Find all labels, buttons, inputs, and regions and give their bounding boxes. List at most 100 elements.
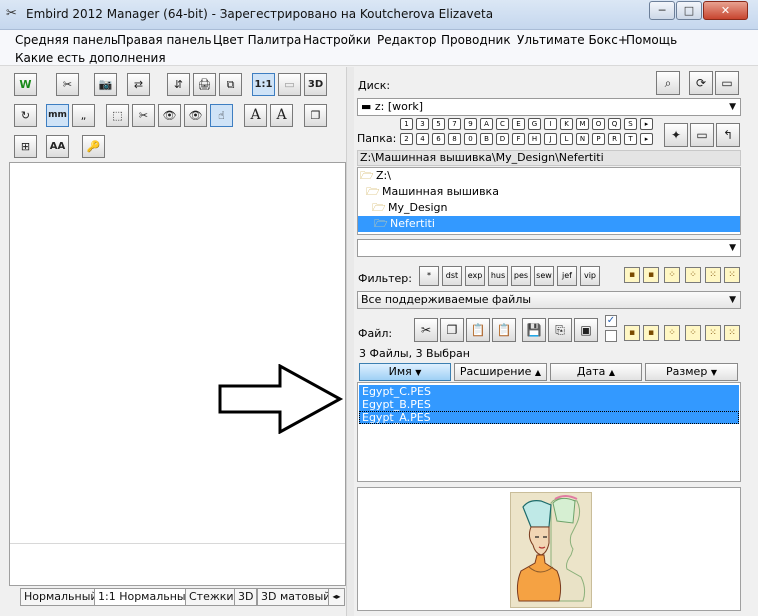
folder-shortcut-key[interactable]: A — [480, 118, 493, 130]
grid-medium-icon[interactable]: ⁘ — [685, 325, 701, 341]
eye-hide-icon[interactable]: 👁 — [184, 104, 207, 127]
folder-shortcut-key[interactable]: E — [512, 118, 525, 130]
folder-shortcut-key[interactable]: 8 — [448, 133, 461, 145]
zoom-1-1-button[interactable]: 1:1 — [252, 73, 275, 96]
text-a-icon[interactable]: A — [244, 104, 267, 127]
frame-icon[interactable]: ⬚ — [106, 104, 129, 127]
color-view-icon[interactable]: ▪ — [624, 267, 640, 283]
tab-3d-matte[interactable]: 3D матовый — [257, 588, 335, 606]
folder-shortcut-key[interactable]: D — [496, 133, 509, 145]
color-view2-icon[interactable]: ▪ — [643, 325, 659, 341]
convert-icon[interactable]: ⇄ — [127, 73, 150, 96]
mm-ruler-button[interactable]: mm — [46, 104, 69, 127]
tab-scroll-arrows[interactable]: ◂▸ — [328, 588, 345, 606]
close-button[interactable]: ✕ — [703, 1, 748, 20]
paste-special-icon[interactable]: 📋 — [492, 318, 516, 342]
folder-shortcut-key[interactable]: S — [624, 118, 637, 130]
keys-next2-icon[interactable]: ▸ — [640, 133, 653, 145]
menu-editor[interactable]: Редактор — [377, 33, 436, 47]
key-icon[interactable]: 🔑 — [82, 135, 105, 158]
sort-name-button[interactable]: Имя ▼ — [359, 363, 451, 381]
paste-icon[interactable]: 📋 — [466, 318, 490, 342]
cut-icon[interactable]: ✂ — [56, 73, 79, 96]
grid-large-icon[interactable]: ⁙ — [705, 325, 721, 341]
tab-stitches[interactable]: Стежки — [185, 588, 238, 606]
color-view2-icon[interactable]: ▪ — [643, 267, 659, 283]
tree-icon[interactable]: ⊞ — [14, 135, 37, 158]
menu-explorer[interactable]: Проводник — [441, 33, 511, 47]
sort-size-button[interactable]: Размер ▼ — [645, 363, 738, 381]
scissors-eye-icon[interactable]: ✂ — [132, 104, 155, 127]
filter-sew-button[interactable]: sew — [534, 266, 554, 286]
folder-shortcut-key[interactable]: 9 — [464, 118, 477, 130]
menu-addons[interactable]: Какие есть дополнения — [15, 51, 166, 65]
rotate-icon[interactable]: ↻ — [14, 104, 37, 127]
stitch-icon[interactable]: W — [14, 73, 37, 96]
folder-shortcut-key[interactable]: O — [592, 118, 605, 130]
folder-shortcut-key[interactable]: 5 — [432, 118, 445, 130]
folder-shortcut-key[interactable]: 0 — [464, 133, 477, 145]
print-icon[interactable]: 🖨 — [193, 73, 216, 96]
folder-shortcut-key[interactable]: T — [624, 133, 637, 145]
file-row[interactable]: Egypt_A.PES — [359, 411, 739, 424]
camera-icon[interactable]: 📷 — [94, 73, 117, 96]
grid-small-icon[interactable]: ⁘ — [664, 325, 680, 341]
filter-select[interactable]: Все поддерживаемые файлы ▼ — [357, 291, 741, 309]
eye-icon[interactable]: 👁 — [158, 104, 181, 127]
folder-shortcut-key[interactable]: 4 — [416, 133, 429, 145]
folder-shortcut-key[interactable]: M — [576, 118, 589, 130]
folder-shortcut-key[interactable]: L — [560, 133, 573, 145]
folder-up-icon[interactable]: ↰ — [716, 123, 740, 147]
menu-ultimate-box[interactable]: Ультимате Бокс+ — [517, 33, 628, 47]
folder-shortcut-key[interactable]: R — [608, 133, 621, 145]
grid-large-icon[interactable]: ⁙ — [705, 267, 721, 283]
folder-icon[interactable]: ▭ — [690, 123, 714, 147]
filter-pes-button[interactable]: pes — [511, 266, 531, 286]
checkbox-checked[interactable]: ✓ — [605, 315, 617, 327]
3d-button[interactable]: 3D — [304, 73, 327, 96]
disk-select[interactable]: ▬ z: [work] ▼ — [357, 98, 741, 116]
folder-shortcut-key[interactable]: I — [544, 118, 557, 130]
sort-icon[interactable]: ⇵ — [167, 73, 190, 96]
tree-row-root[interactable]: 🗁 Z:\ — [358, 168, 740, 184]
folder-shortcut-key[interactable]: 6 — [432, 133, 445, 145]
tree-row-my-design[interactable]: 🗁 My_Design — [358, 200, 740, 216]
menu-right-panel[interactable]: Правая панель — [117, 33, 212, 47]
maximize-button[interactable]: □ — [676, 1, 702, 20]
grid-xlarge-icon[interactable]: ⁙ — [724, 267, 740, 283]
sort-extension-button[interactable]: Расширение ▲ — [454, 363, 547, 381]
cut-icon[interactable]: ✂ — [414, 318, 438, 342]
monitor-icon[interactable]: ▣ — [574, 318, 598, 342]
minimize-button[interactable]: ─ — [649, 1, 675, 20]
folder-shortcut-key[interactable]: 1 — [400, 118, 413, 130]
tree-row-embroidery[interactable]: 🗁 Машинная вышивка — [358, 184, 740, 200]
folder-shortcut-key[interactable]: N — [576, 133, 589, 145]
save-icon[interactable]: 💾 — [522, 318, 546, 342]
pages-icon[interactable]: ❐ — [304, 104, 327, 127]
grid-xlarge-icon[interactable]: ⁙ — [724, 325, 740, 341]
menu-color-palette[interactable]: Цвет Палитра — [213, 33, 301, 47]
font-aa-icon[interactable]: AA — [46, 135, 69, 158]
refresh-icon[interactable]: ⟳ — [689, 71, 713, 95]
panel-splitter[interactable] — [346, 67, 354, 616]
search-icon[interactable]: ⌕ — [656, 71, 680, 95]
filter-all-button[interactable]: * — [419, 266, 439, 286]
tree-row-nefertiti[interactable]: 🗁 Nefertiti — [358, 216, 740, 232]
folder-shortcut-key[interactable]: 2 — [400, 133, 413, 145]
grid-small-icon[interactable]: ⁘ — [664, 267, 680, 283]
menu-settings[interactable]: Настройки — [303, 33, 371, 47]
folder-shortcut-key[interactable]: 3 — [416, 118, 429, 130]
rename-icon[interactable]: ⎘ — [548, 318, 572, 342]
monitor-icon[interactable]: ▭ — [278, 73, 301, 96]
filter-hus-button[interactable]: hus — [488, 266, 508, 286]
filter-exp-button[interactable]: exp — [465, 266, 485, 286]
folder-shortcut-key[interactable]: C — [496, 118, 509, 130]
folder-shortcut-key[interactable]: G — [528, 118, 541, 130]
subfolder-select[interactable]: ▼ — [357, 239, 741, 257]
folder-shortcut-key[interactable]: Q — [608, 118, 621, 130]
menu-help[interactable]: Помощь — [626, 33, 677, 47]
copy-icon[interactable]: ⧉ — [219, 73, 242, 96]
filter-dst-button[interactable]: dst — [442, 266, 462, 286]
filter-vip-button[interactable]: vip — [580, 266, 600, 286]
folder-shortcut-key[interactable]: K — [560, 118, 573, 130]
